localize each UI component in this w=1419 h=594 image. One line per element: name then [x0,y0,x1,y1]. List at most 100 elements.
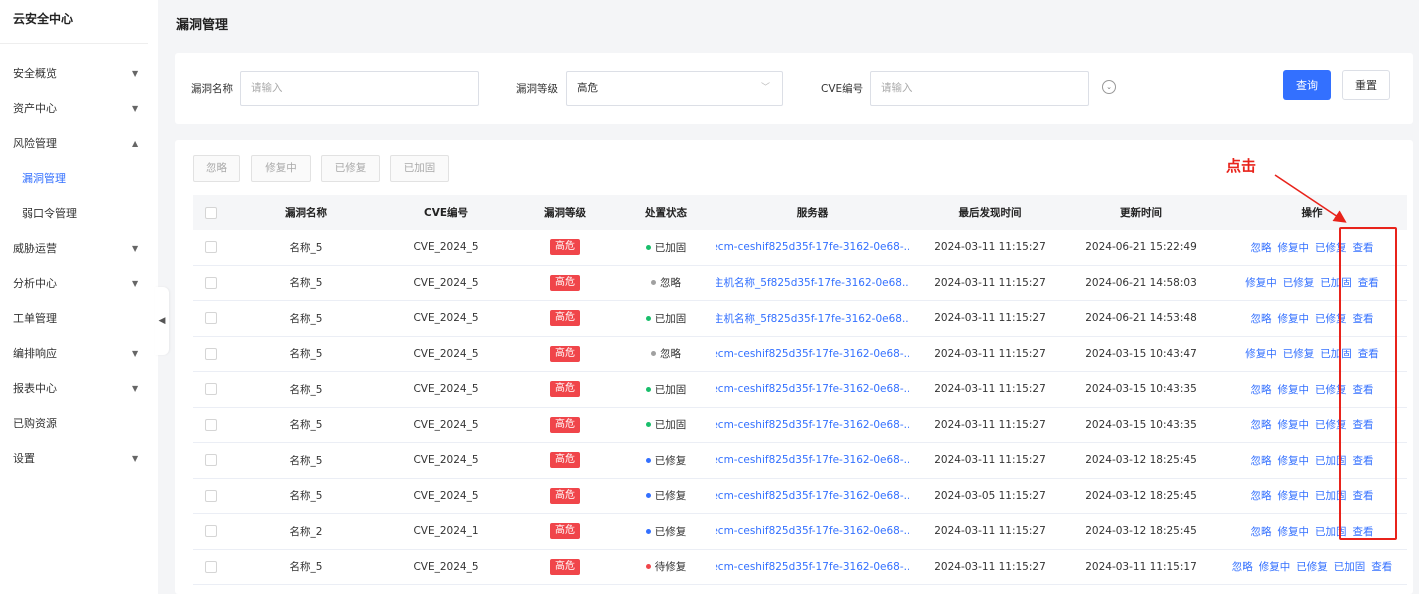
sidebar-collapse-toggle[interactable]: ◀ [155,287,169,355]
sidebar-item-overview[interactable]: 安全概览 ▼ [0,56,158,91]
action-fixing-link[interactable]: 修复中 [1245,346,1277,361]
reset-button[interactable]: 重置 [1342,70,1390,100]
sidebar-item-analysis[interactable]: 分析中心 ▼ [0,266,158,301]
status-cell: 已修复 [621,514,711,549]
sidebar-item-risk[interactable]: 风险管理 ▲ [0,126,158,161]
sidebar-item-threat-ops[interactable]: 威胁运营 ▼ [0,231,158,266]
cve-cell: CVE_2024_5 [413,560,479,573]
sidebar-item-orchestration[interactable]: 编排响应 ▼ [0,336,158,371]
batch-hardened-button[interactable]: 已加固 [390,155,449,182]
status-dot-icon [645,528,651,534]
server-link[interactable]: ecm-ceshif825d35f-17fe-3162-0e68-... [716,490,909,502]
row-checkbox[interactable] [205,241,217,254]
server-cell: ecm-ceshif825d35f-17fe-3162-0e68-... [716,443,909,478]
status-text: 已修复 [654,525,687,538]
row-select-cell [193,479,229,514]
action-fixing-link[interactable]: 修复中 [1278,524,1310,539]
batch-fixed-button[interactable]: 已修复 [321,155,380,182]
action-fixed-link[interactable]: 已修复 [1283,346,1315,361]
action-fixing-link[interactable]: 修复中 [1278,240,1310,255]
status-cell: 已加固 [621,230,711,265]
action-ignore-link[interactable]: 忽略 [1251,417,1272,432]
sidebar-item-reports[interactable]: 报表中心 ▼ [0,371,158,406]
header-server: 服务器 [796,207,829,219]
chevron-down-icon: ▼ [132,69,139,78]
row-checkbox[interactable] [205,560,217,573]
updated-cell: 2024-06-21 15:22:49 [1085,241,1197,254]
header-updated: 更新时间 [1120,207,1162,219]
action-ignore-link[interactable]: 忽略 [1251,524,1272,539]
batch-ignore-button[interactable]: 忽略 [193,155,240,182]
server-link[interactable]: ecm-ceshif825d35f-17fe-3162-0e68-... [716,419,909,431]
action-fixing-link[interactable]: 修复中 [1278,417,1310,432]
level-badge: 高危 [550,345,580,362]
level-badge: 高危 [550,239,580,256]
sidebar-item-tickets[interactable]: 工单管理 [0,301,158,336]
row-checkbox[interactable] [205,525,217,538]
chevron-down-icon: ▼ [132,349,139,358]
status-cell: 忽略 [621,337,711,372]
vuln-level-select[interactable]: 高危 ﹀ [566,71,783,106]
sidebar-item-weak-password[interactable]: 弱口令管理 [0,196,158,231]
row-checkbox[interactable] [205,489,217,502]
row-checkbox[interactable] [205,383,217,396]
batch-fixing-button[interactable]: 修复中 [251,155,311,182]
cve-label: CVE编号 [821,83,864,95]
sidebar: 云安全中心 安全概览 ▼ 资产中心 ▼ 风险管理 ▲ 漏洞管理 弱口令管理 威胁运营 ▼ 分析中心 ▼… [0,0,158,594]
server-link[interactable]: ecm-ceshif825d35f-17fe-3162-0e68-... [716,241,909,253]
vuln-name-label: 漏洞名称 [191,83,233,95]
cve-input[interactable]: 请输入 [870,71,1089,106]
action-view-link[interactable]: 查看 [1371,559,1392,574]
server-link[interactable]: ecm-ceshif825d35f-17fe-3162-0e68-... [716,561,909,573]
status-dot-icon [645,244,651,250]
row-checkbox[interactable] [205,276,217,289]
action-ignore-link[interactable]: 忽略 [1251,240,1272,255]
sidebar-item-assets[interactable]: 资产中心 ▼ [0,91,158,126]
server-link[interactable]: 主机名称_5f825d35f-17fe-3162-0e68... [716,311,909,326]
name-cell: 名称_5 [289,348,323,361]
found-cell: 2024-03-11 11:15:27 [934,383,1046,396]
server-link[interactable]: ecm-ceshif825d35f-17fe-3162-0e68-... [716,348,909,360]
action-fixing-link[interactable]: 修复中 [1278,382,1310,397]
action-ignore-link[interactable]: 忽略 [1251,488,1272,503]
vuln-name-input[interactable]: 请输入 [240,71,479,106]
server-link[interactable]: ecm-ceshif825d35f-17fe-3162-0e68-... [716,525,909,537]
action-ignore-link[interactable]: 忽略 [1251,382,1272,397]
server-link[interactable]: ecm-ceshif825d35f-17fe-3162-0e68-... [716,454,909,466]
sidebar-item-label: 报表中心 [13,382,57,395]
row-checkbox[interactable] [205,418,217,431]
sidebar-item-label: 安全概览 [13,67,57,80]
action-ignore-link[interactable]: 忽略 [1251,311,1272,326]
level-badge: 高危 [550,274,580,291]
sidebar-item-purchased[interactable]: 已购资源 [0,406,158,441]
action-fixing-link[interactable]: 修复中 [1278,488,1310,503]
action-fixed-link[interactable]: 已修复 [1283,275,1315,290]
row-checkbox[interactable] [205,347,217,360]
sidebar-item-settings[interactable]: 设置 ▼ [0,441,158,476]
server-link[interactable]: ecm-ceshif825d35f-17fe-3162-0e68-... [716,383,909,395]
server-link[interactable]: 主机名称_5f825d35f-17fe-3162-0e68... [716,275,909,290]
table-row: 名称_5 CVE_2024_5 高危 已加固 ecm-ceshif825d35f-17f… [193,372,1407,408]
action-fixing-link[interactable]: 修复中 [1245,275,1277,290]
sidebar-item-vuln-mgmt[interactable]: 漏洞管理 [0,161,158,196]
row-checkbox[interactable] [205,312,217,325]
action-fixed-link[interactable]: 已修复 [1296,559,1328,574]
sidebar-item-label: 编排响应 [13,347,57,360]
action-fixing-link[interactable]: 修复中 [1259,559,1291,574]
select-all-checkbox[interactable] [205,206,217,219]
name-cell: 名称_5 [289,383,323,396]
status-text: 已加固 [654,312,687,325]
action-fixing-link[interactable]: 修复中 [1278,311,1310,326]
query-button[interactable]: 查询 [1283,70,1331,100]
action-hardened-link[interactable]: 已加固 [1334,559,1366,574]
action-ignore-link[interactable]: 忽略 [1251,453,1272,468]
updated-cell: 2024-03-15 10:43:35 [1085,383,1197,396]
row-select-cell [193,337,229,372]
action-fixing-link[interactable]: 修复中 [1278,453,1310,468]
row-checkbox[interactable] [205,454,217,467]
expand-filters-icon[interactable]: ⌄ [1102,80,1116,94]
action-ignore-link[interactable]: 忽略 [1232,559,1253,574]
chevron-down-icon: ▼ [132,454,139,463]
sidebar-item-label: 漏洞管理 [22,172,66,185]
found-cell: 2024-03-11 11:15:27 [934,418,1046,431]
